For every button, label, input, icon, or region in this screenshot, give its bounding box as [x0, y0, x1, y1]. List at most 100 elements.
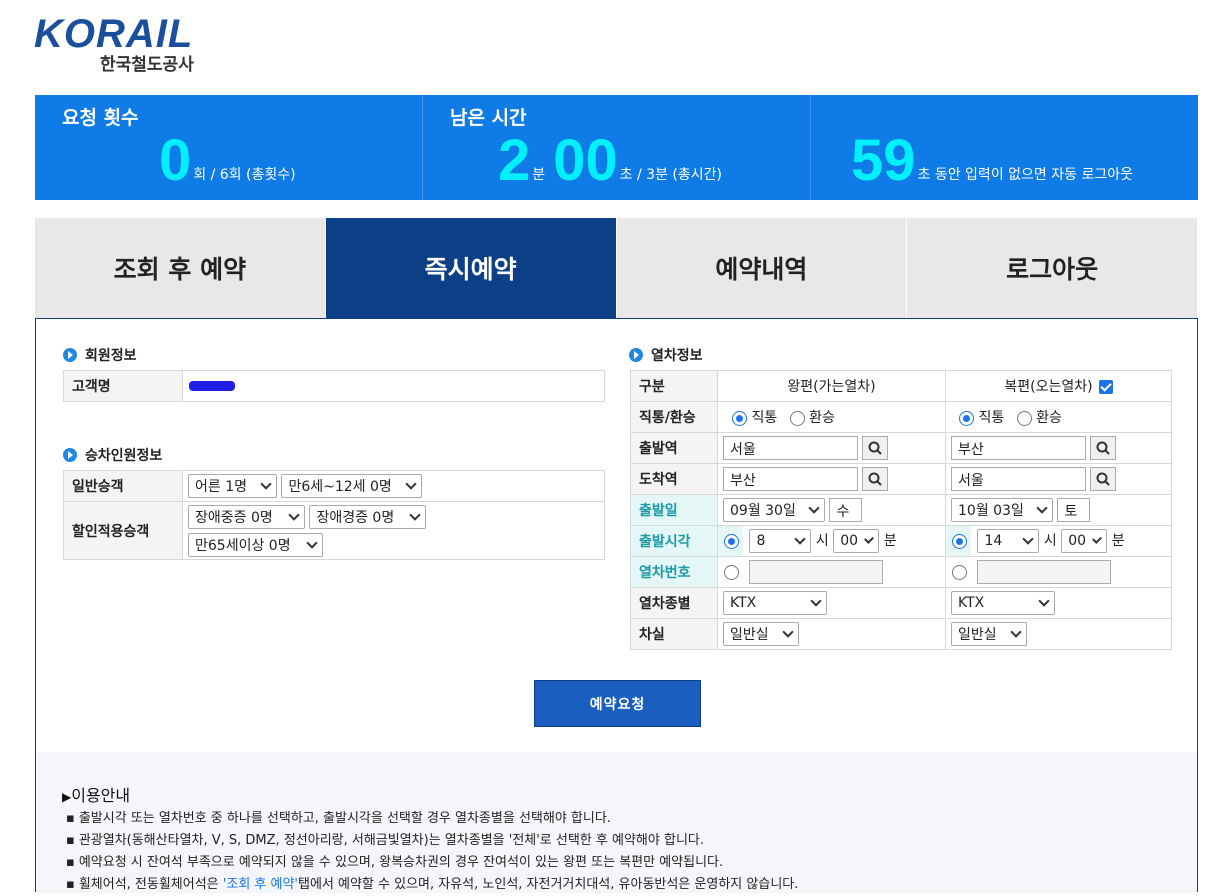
adult-count-value: 어른 1명: [195, 479, 247, 495]
redacted-name-mark: [189, 381, 235, 391]
return-minute-value: 00: [1068, 533, 1087, 549]
departure-station-label: 출발역: [630, 432, 718, 464]
tab-instant-reserve[interactable]: 즉시예약: [325, 218, 617, 318]
outbound-class-select[interactable]: 일반실: [723, 622, 799, 646]
outbound-hour-value: 8: [756, 533, 766, 549]
return-direct-radio[interactable]: [959, 410, 974, 426]
tab-search-then-reserve[interactable]: 조회 후 예약: [35, 218, 326, 318]
return-departure-input[interactable]: 부산: [951, 436, 1086, 460]
request-count-panel: 요청 횟수 0 회 / 6회 (총횟수): [35, 95, 423, 200]
search-icon[interactable]: [1090, 436, 1116, 460]
minutes-unit: 분: [532, 167, 546, 183]
return-train-type-select[interactable]: KTX: [951, 591, 1055, 615]
return-date-select[interactable]: 10월 03일: [951, 498, 1053, 522]
outbound-date-value: 09월 30일: [730, 503, 796, 519]
class-label: 차실: [630, 618, 718, 650]
request-count-value: 0: [159, 128, 192, 193]
chevron-down-icon: [260, 478, 272, 490]
train-info-title: 열차정보: [629, 345, 703, 365]
customer-name-value: [182, 370, 605, 402]
search-icon[interactable]: [862, 436, 888, 460]
outbound-transfer-label: 환승: [809, 410, 835, 426]
logo-subtitle: 한국철도공사: [100, 55, 194, 75]
outbound-train-number-radio[interactable]: [724, 564, 739, 580]
outbound-date-select[interactable]: 09월 30일: [723, 498, 825, 522]
chevron-down-icon: [1010, 626, 1022, 638]
auto-logout-panel: 59 초 동안 입력이 없으면 자동 로그아웃: [811, 95, 1198, 200]
play-bullet-icon: [63, 448, 77, 462]
return-trip-checkbox[interactable]: [1098, 380, 1113, 394]
member-info-title: 회원정보: [63, 345, 137, 365]
mild-disability-value: 장애경증 0명: [316, 509, 395, 526]
tab-reservation-history[interactable]: 예약내역: [616, 218, 908, 318]
passenger-info-title-text: 승차인원정보: [85, 448, 163, 464]
outbound-minute-select[interactable]: 00: [833, 529, 880, 553]
departure-date-label: 출발일: [630, 494, 718, 526]
chevron-down-icon: [1038, 595, 1050, 607]
outbound-minute-value: 00: [840, 533, 859, 549]
outbound-day-field: 수: [829, 498, 863, 522]
search-icon[interactable]: [1090, 467, 1116, 491]
chevron-down-icon: [1036, 502, 1048, 514]
child-count-select[interactable]: 만6세~12세 0명: [281, 474, 423, 498]
chevron-down-icon: [864, 533, 875, 545]
chevron-down-icon: [1092, 533, 1103, 545]
status-bar: 요청 횟수 0 회 / 6회 (총횟수) 남은 시간 2 분 00 초 / 3분…: [35, 95, 1198, 200]
outbound-train-type-select[interactable]: KTX: [723, 591, 827, 615]
return-class-value: 일반실: [958, 627, 997, 643]
korail-logo: KORAIL 한국철도공사: [34, 12, 214, 75]
usage-guide-title: ▶이용안내: [62, 782, 130, 806]
auto-logout-seconds: 59: [851, 128, 916, 193]
search-icon[interactable]: [862, 467, 888, 491]
general-passenger-label: 일반승객: [63, 470, 183, 502]
train-number-label: 열차번호: [630, 556, 718, 588]
senior-count-select[interactable]: 만65세이상 0명: [188, 532, 323, 557]
header-type: 구분: [630, 370, 718, 402]
return-day-field: 토: [1057, 498, 1091, 522]
minute-unit: 분: [883, 533, 897, 549]
member-info-table: 고객명: [63, 370, 605, 402]
return-train-number-input[interactable]: [977, 560, 1112, 584]
return-arrival-input[interactable]: 서울: [951, 467, 1086, 491]
severe-disability-select[interactable]: 장애중증 0명: [188, 504, 305, 529]
chevron-down-icon: [782, 626, 794, 638]
return-minute-select[interactable]: 00: [1061, 529, 1108, 553]
remaining-time-label: 남은 시간: [450, 107, 527, 129]
outbound-transfer-radio[interactable]: [789, 410, 805, 426]
passenger-info-title: 승차인원정보: [63, 445, 162, 465]
return-class-select[interactable]: 일반실: [951, 622, 1027, 646]
usage-guide-title-text: 이용안내: [71, 786, 131, 805]
outbound-train-type-value: KTX: [730, 595, 757, 611]
remaining-seconds: 00: [553, 128, 618, 193]
return-train-number-radio[interactable]: [952, 564, 967, 580]
triangle-icon: ▶: [62, 790, 72, 804]
tab-logout[interactable]: 로그아웃: [907, 218, 1198, 318]
child-count-value: 만6세~12세 0명: [288, 479, 392, 495]
usage-guide: ▶이용안내 출발시각 또는 열차번호 중 하나를 선택하고, 출발시각을 선택할…: [36, 752, 1197, 893]
direct-transfer-label: 직통/환승: [630, 401, 718, 433]
remaining-time-panel: 남은 시간 2 분 00 초 / 3분 (총시간): [423, 95, 811, 200]
outbound-direct-radio[interactable]: [732, 410, 747, 426]
return-hour-select[interactable]: 14: [977, 529, 1040, 553]
return-time-radio[interactable]: [952, 533, 967, 549]
guide-text: 휠체어석, 전동휠체어석은: [78, 877, 223, 892]
outbound-train-number-input[interactable]: [749, 560, 884, 584]
reserve-request-button[interactable]: 예약요청: [534, 680, 701, 727]
request-count-label: 요청 횟수: [62, 107, 139, 129]
search-then-reserve-link[interactable]: '조회 후 예약': [223, 877, 298, 892]
play-bullet-icon: [629, 348, 643, 362]
return-hour-value: 14: [984, 533, 1003, 549]
remaining-minutes: 2: [498, 128, 531, 193]
severe-disability-value: 장애중증 0명: [195, 509, 273, 526]
adult-count-select[interactable]: 어른 1명: [188, 474, 277, 498]
list-item: 출발시각 또는 열차번호 중 하나를 선택하고, 출발시각을 선택할 경우 열차…: [66, 808, 798, 830]
chevron-down-icon: [306, 536, 318, 549]
play-bullet-icon: [63, 348, 77, 362]
discount-passenger-label: 할인적용승객: [63, 501, 183, 560]
outbound-arrival-input[interactable]: 부산: [723, 467, 858, 491]
outbound-hour-select[interactable]: 8: [749, 529, 812, 553]
outbound-departure-input[interactable]: 서울: [723, 436, 858, 460]
outbound-time-radio[interactable]: [724, 533, 739, 549]
return-transfer-radio[interactable]: [1016, 410, 1032, 426]
mild-disability-select[interactable]: 장애경증 0명: [309, 504, 427, 529]
